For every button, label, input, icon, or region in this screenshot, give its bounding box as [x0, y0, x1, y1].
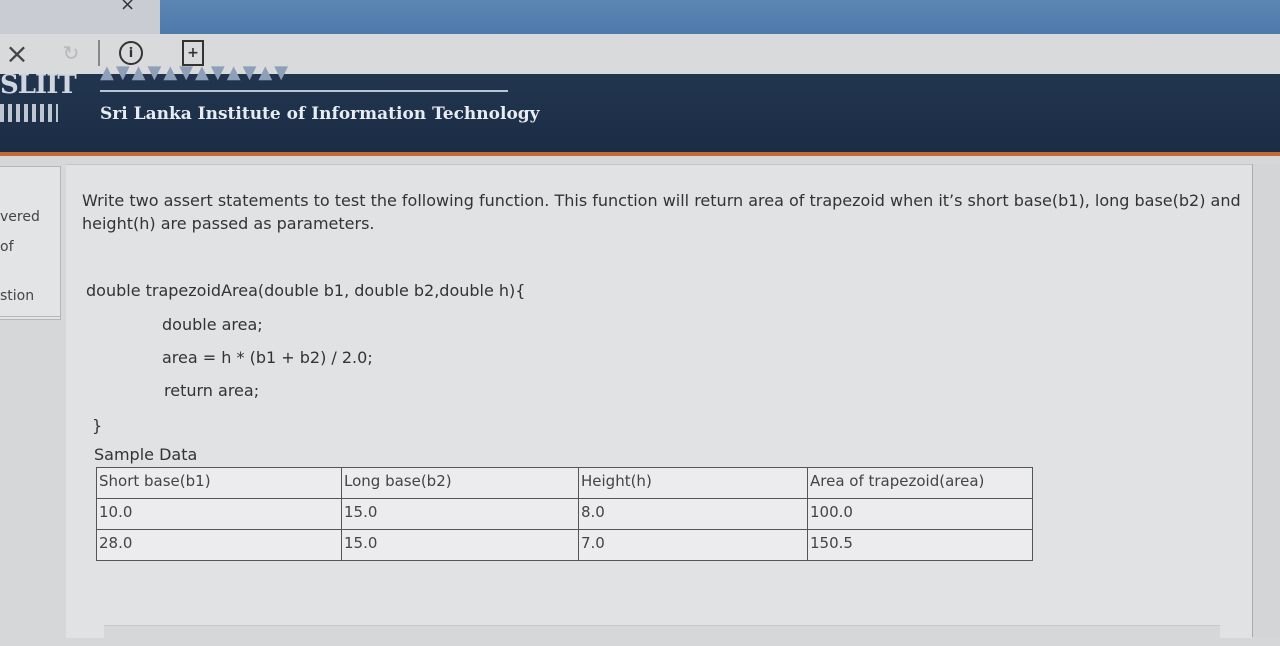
marks-text: of	[0, 239, 14, 255]
logo-emblem	[0, 104, 58, 122]
table-row: 28.0 15.0 7.0 150.5	[96, 529, 1033, 561]
table-header-cell: Area of trapezoid(area)	[807, 467, 1033, 499]
header-divider	[100, 90, 508, 92]
tab-close-icon[interactable]: ×	[120, 0, 135, 15]
table-cell: 28.0	[96, 529, 342, 561]
table-cell: 15.0	[341, 498, 579, 530]
window-top-strip: ×	[0, 0, 1280, 34]
table-header-cell: Long base(b2)	[341, 467, 579, 499]
table-cell: 100.0	[807, 498, 1033, 530]
question-text: Write two assert statements to test the …	[82, 191, 1241, 233]
table-row: 10.0 15.0 8.0 100.0	[96, 498, 1033, 530]
header-accent-line	[0, 152, 1280, 156]
right-panel-edge	[1252, 164, 1280, 637]
table-cell: 10.0	[96, 498, 342, 530]
answered-status-text: vered	[0, 209, 40, 225]
code-line-signature: double trapezoidArea(double b1, double b…	[86, 281, 526, 300]
code-line-return: return area;	[164, 381, 260, 400]
header-decoration: ▲▼▲▼▲▼▲▼▲▼▲▼	[100, 62, 291, 83]
site-header: SLIIT ▲▼▲▼▲▼▲▼▲▼▲▼ Sri Lanka Institute o…	[0, 62, 1280, 154]
flag-question-text[interactable]: stion	[0, 288, 34, 304]
table-header-cell: Short base(b1)	[96, 467, 342, 499]
logo-text: SLIIT	[0, 70, 77, 100]
reload-icon[interactable]: ↻	[56, 38, 86, 68]
institute-name: Sri Lanka Institute of Information Techn…	[100, 104, 540, 124]
code-line-closing-brace: }	[92, 416, 103, 435]
sample-data-table: Short base(b1) Long base(b2) Height(h) A…	[96, 467, 1033, 561]
table-cell: 15.0	[341, 529, 579, 561]
table-cell: 8.0	[578, 498, 808, 530]
close-icon[interactable]: ×	[2, 37, 32, 70]
table-cell: 150.5	[807, 529, 1033, 561]
question-content: Write two assert statements to test the …	[66, 164, 1252, 646]
code-line-calculation: area = h * (b1 + b2) / 2.0;	[162, 348, 373, 367]
answer-editor-toolbar[interactable]	[104, 625, 1220, 646]
table-cell: 7.0	[578, 529, 808, 561]
flag-question-panel[interactable]: stion	[0, 286, 61, 317]
sliit-logo[interactable]: SLIIT	[0, 70, 77, 126]
table-header-cell: Height(h)	[578, 467, 808, 499]
table-header-row: Short base(b1) Long base(b2) Height(h) A…	[96, 467, 1033, 499]
sample-data-label: Sample Data	[94, 445, 198, 464]
code-line-declaration: double area;	[162, 315, 263, 334]
title-bar	[160, 0, 1280, 34]
